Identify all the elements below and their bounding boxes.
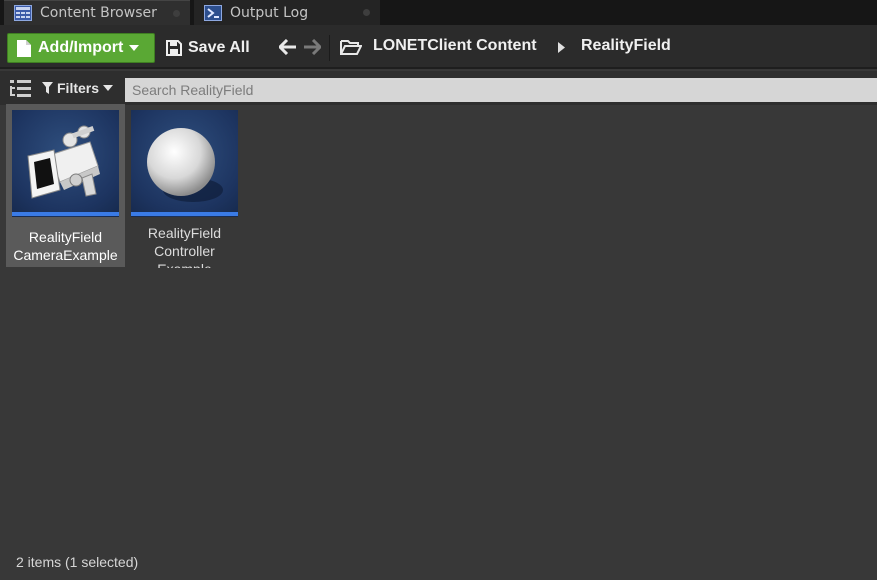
new-document-icon xyxy=(16,39,32,58)
camera-icon xyxy=(12,110,119,217)
save-all-button[interactable]: Save All xyxy=(166,33,250,63)
tab-close-icon[interactable] xyxy=(173,10,180,17)
status-bar-text: 2 items (1 selected) xyxy=(16,554,139,570)
save-all-label: Save All xyxy=(188,39,250,56)
asset-name: RealityField Controller Example xyxy=(147,225,222,268)
chevron-down-icon xyxy=(103,85,114,91)
tab-label: Output Log xyxy=(230,4,309,21)
asset-type-bar xyxy=(131,212,238,216)
tab-strip: Content Browser Output Log xyxy=(0,0,877,25)
back-arrow-icon[interactable] xyxy=(279,39,297,55)
filter-bar: Filters xyxy=(0,71,877,105)
folder-open-icon[interactable] xyxy=(340,38,362,56)
toolbar: Add/Import Save All LONETClient Content … xyxy=(0,25,877,69)
content-browser-icon xyxy=(14,5,32,21)
asset-type-bar xyxy=(12,212,119,216)
tab-close-icon[interactable] xyxy=(363,9,370,16)
breadcrumb-arrow-icon[interactable] xyxy=(558,42,565,53)
toolbar-separator xyxy=(329,35,330,61)
asset-tile-camera-example[interactable]: RealityField CameraExample xyxy=(6,104,125,267)
filters-label: Filters xyxy=(57,80,100,96)
asset-name: RealityField CameraExample xyxy=(13,229,118,263)
tab-label: Content Browser xyxy=(40,5,157,21)
filter-funnel-icon xyxy=(42,82,53,94)
forward-arrow-icon[interactable] xyxy=(303,39,321,55)
sphere-icon xyxy=(131,110,238,217)
tab-output-log[interactable]: Output Log xyxy=(194,0,380,25)
asset-tile-controller-example[interactable]: RealityField Controller Example xyxy=(125,104,244,268)
breadcrumb-root[interactable]: LONETClient Content xyxy=(373,37,537,55)
chevron-down-icon xyxy=(129,45,140,51)
output-log-icon xyxy=(204,4,222,21)
add-import-button[interactable]: Add/Import xyxy=(7,33,155,63)
filters-button[interactable]: Filters xyxy=(42,78,114,98)
tab-content-browser[interactable]: Content Browser xyxy=(4,0,190,25)
search-input[interactable] xyxy=(125,78,877,102)
add-import-label: Add/Import xyxy=(38,39,124,56)
breadcrumb-current[interactable]: RealityField xyxy=(581,37,671,55)
sources-panel-toggle-icon[interactable] xyxy=(10,80,31,97)
save-icon xyxy=(166,40,182,56)
